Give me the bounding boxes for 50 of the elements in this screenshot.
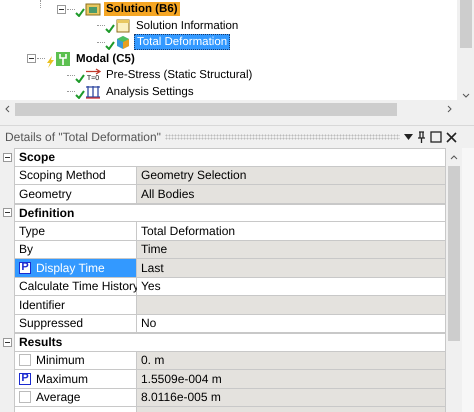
property-name[interactable]: Average [14, 388, 137, 407]
panel-title: Details of "Total Deformation" [5, 129, 161, 146]
property-name[interactable]: Minimum [14, 352, 137, 370]
property-value[interactable]: Yes [137, 278, 446, 296]
property-name[interactable]: By [14, 240, 137, 259]
property-name[interactable]: Suppressed [14, 314, 137, 333]
grid-icon [85, 84, 101, 100]
folder-icon [85, 1, 101, 18]
checkbox[interactable] [19, 391, 31, 404]
property-value[interactable]: Geometry Selection [137, 166, 446, 185]
property-value[interactable]: Last [137, 259, 446, 278]
pin-icon[interactable] [417, 130, 426, 144]
chevron-down-icon[interactable] [462, 93, 470, 98]
tree-item[interactable]: Modal (C5) [74, 52, 137, 66]
close-icon[interactable] [446, 132, 457, 142]
checkbox[interactable] [19, 354, 31, 366]
property-value[interactable]: 1.5509e-004 m [137, 370, 446, 388]
vertical-scrollbar[interactable] [457, 0, 474, 100]
group-header[interactable]: Definition [14, 204, 446, 222]
tree-item[interactable]: Analysis Settings [104, 84, 196, 99]
property-name[interactable]: Scoping Method [14, 166, 137, 185]
property-value[interactable]: All Bodies [137, 185, 446, 204]
maximize-icon[interactable] [430, 131, 442, 143]
property-value[interactable]: Time [137, 240, 446, 259]
dropdown-icon[interactable] [404, 134, 413, 140]
property-name[interactable]: Calculate Time History [14, 278, 137, 296]
tree-item[interactable]: Pre-Stress (Static Structural) [104, 68, 254, 82]
group-header[interactable]: Results [14, 333, 446, 352]
property-value[interactable]: 0. m [137, 352, 446, 370]
collapse-icon[interactable] [2, 338, 12, 347]
tuning-fork-icon [55, 50, 71, 67]
tree-item[interactable]: Solution Information [134, 18, 240, 33]
property-name[interactable]: Identifier [14, 296, 137, 314]
arrow-icon [86, 68, 100, 76]
chevron-left-icon[interactable] [5, 105, 10, 113]
tree-item[interactable]: Solution (B6) [104, 2, 180, 16]
collapse-icon[interactable] [2, 208, 12, 218]
chevron-up-icon[interactable] [450, 155, 458, 160]
property-value[interactable]: Total Deformation [137, 222, 446, 240]
group-header[interactable]: Scope [14, 148, 446, 166]
collapse-icon[interactable] [56, 4, 66, 14]
property-value[interactable]: No [137, 314, 446, 333]
property-value[interactable]: 8.0116e-005 m [137, 388, 446, 407]
document-icon [115, 18, 131, 34]
collapse-icon[interactable] [26, 54, 36, 64]
chevron-right-icon[interactable] [447, 105, 452, 113]
cube-icon [115, 34, 131, 50]
property-name[interactable]: Geometry [14, 185, 137, 204]
property-name[interactable]: Type [14, 222, 137, 240]
collapse-icon[interactable] [2, 152, 12, 162]
